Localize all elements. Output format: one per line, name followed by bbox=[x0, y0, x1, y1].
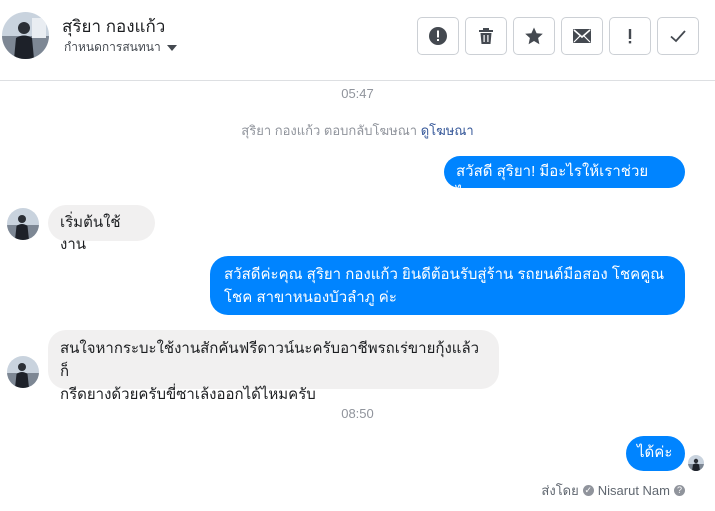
message-line: โชค สาขาหนองบัวลำภู ค่ะ bbox=[224, 289, 397, 306]
seen-avatar bbox=[688, 455, 704, 471]
sender-name[interactable]: Nisarut Nam bbox=[598, 483, 670, 498]
conversation-header: สุริยา กองแก้ว กำหนดการสนทนา bbox=[0, 0, 715, 81]
message-outgoing: ได้ค่ะ bbox=[626, 436, 685, 471]
spam-button[interactable] bbox=[417, 17, 459, 55]
message-outgoing: สวัสดี สุริยา! มีอะไรให้เราช่วยไหม bbox=[444, 156, 685, 202]
delete-button[interactable] bbox=[465, 17, 507, 55]
sent-by-label: ส่งโดย bbox=[541, 483, 579, 498]
message-line: กรีดยางด้วยครับขี่ซาเล้งออกได้ไหมครับ bbox=[60, 386, 316, 403]
message-line: สนใจหากระบะใช้งานสักคันฟรีดาวน์นะครับอาช… bbox=[60, 340, 480, 380]
message-incoming: สนใจหากระบะใช้งานสักคันฟรีดาวน์นะครับอาช… bbox=[48, 330, 499, 403]
contact-avatar-small bbox=[7, 208, 39, 240]
sent-by-info: ส่งโดย ✓ Nisarut Nam ? bbox=[541, 480, 685, 501]
message-outgoing: สวัสดีค่ะคุณ สุริยา กองแก้ว ยินดีต้อนรับ… bbox=[210, 256, 685, 315]
mark-done-button[interactable] bbox=[657, 17, 699, 55]
ad-reply-note: สุริยา กองแก้ว ตอบกลับโฆษณา ดูโฆษณา bbox=[0, 120, 715, 141]
envelope-icon bbox=[573, 29, 591, 43]
follow-up-button[interactable] bbox=[609, 17, 651, 55]
conversation-settings-dropdown[interactable]: กำหนดการสนทนา bbox=[64, 38, 177, 57]
timestamp: 05:47 bbox=[341, 86, 374, 101]
ad-reply-text: สุริยา กองแก้ว ตอบกลับโฆษณา bbox=[241, 123, 418, 138]
star-icon bbox=[525, 27, 543, 45]
contact-name[interactable]: สุริยา กองแก้ว bbox=[62, 13, 165, 40]
message-incoming: เริ่มต้นใช้งาน bbox=[48, 205, 155, 253]
contact-avatar-small bbox=[7, 356, 39, 388]
contact-avatar[interactable] bbox=[2, 12, 49, 59]
conversation-settings-label: กำหนดการสนทนา bbox=[64, 40, 161, 54]
caret-down-icon bbox=[166, 44, 177, 51]
message-line: สวัสดีค่ะคุณ สุริยา กองแก้ว ยินดีต้อนรับ… bbox=[224, 266, 665, 283]
exclamation-icon bbox=[628, 29, 632, 44]
help-icon[interactable]: ? bbox=[674, 485, 685, 496]
mark-unread-button[interactable] bbox=[561, 17, 603, 55]
verified-icon: ✓ bbox=[582, 485, 594, 496]
trash-icon bbox=[479, 28, 493, 44]
star-button[interactable] bbox=[513, 17, 555, 55]
exclamation-circle-icon bbox=[429, 27, 447, 45]
checkmark-icon bbox=[670, 30, 686, 43]
view-ad-link[interactable]: ดูโฆษณา bbox=[421, 123, 474, 138]
timestamp: 08:50 bbox=[341, 406, 374, 421]
